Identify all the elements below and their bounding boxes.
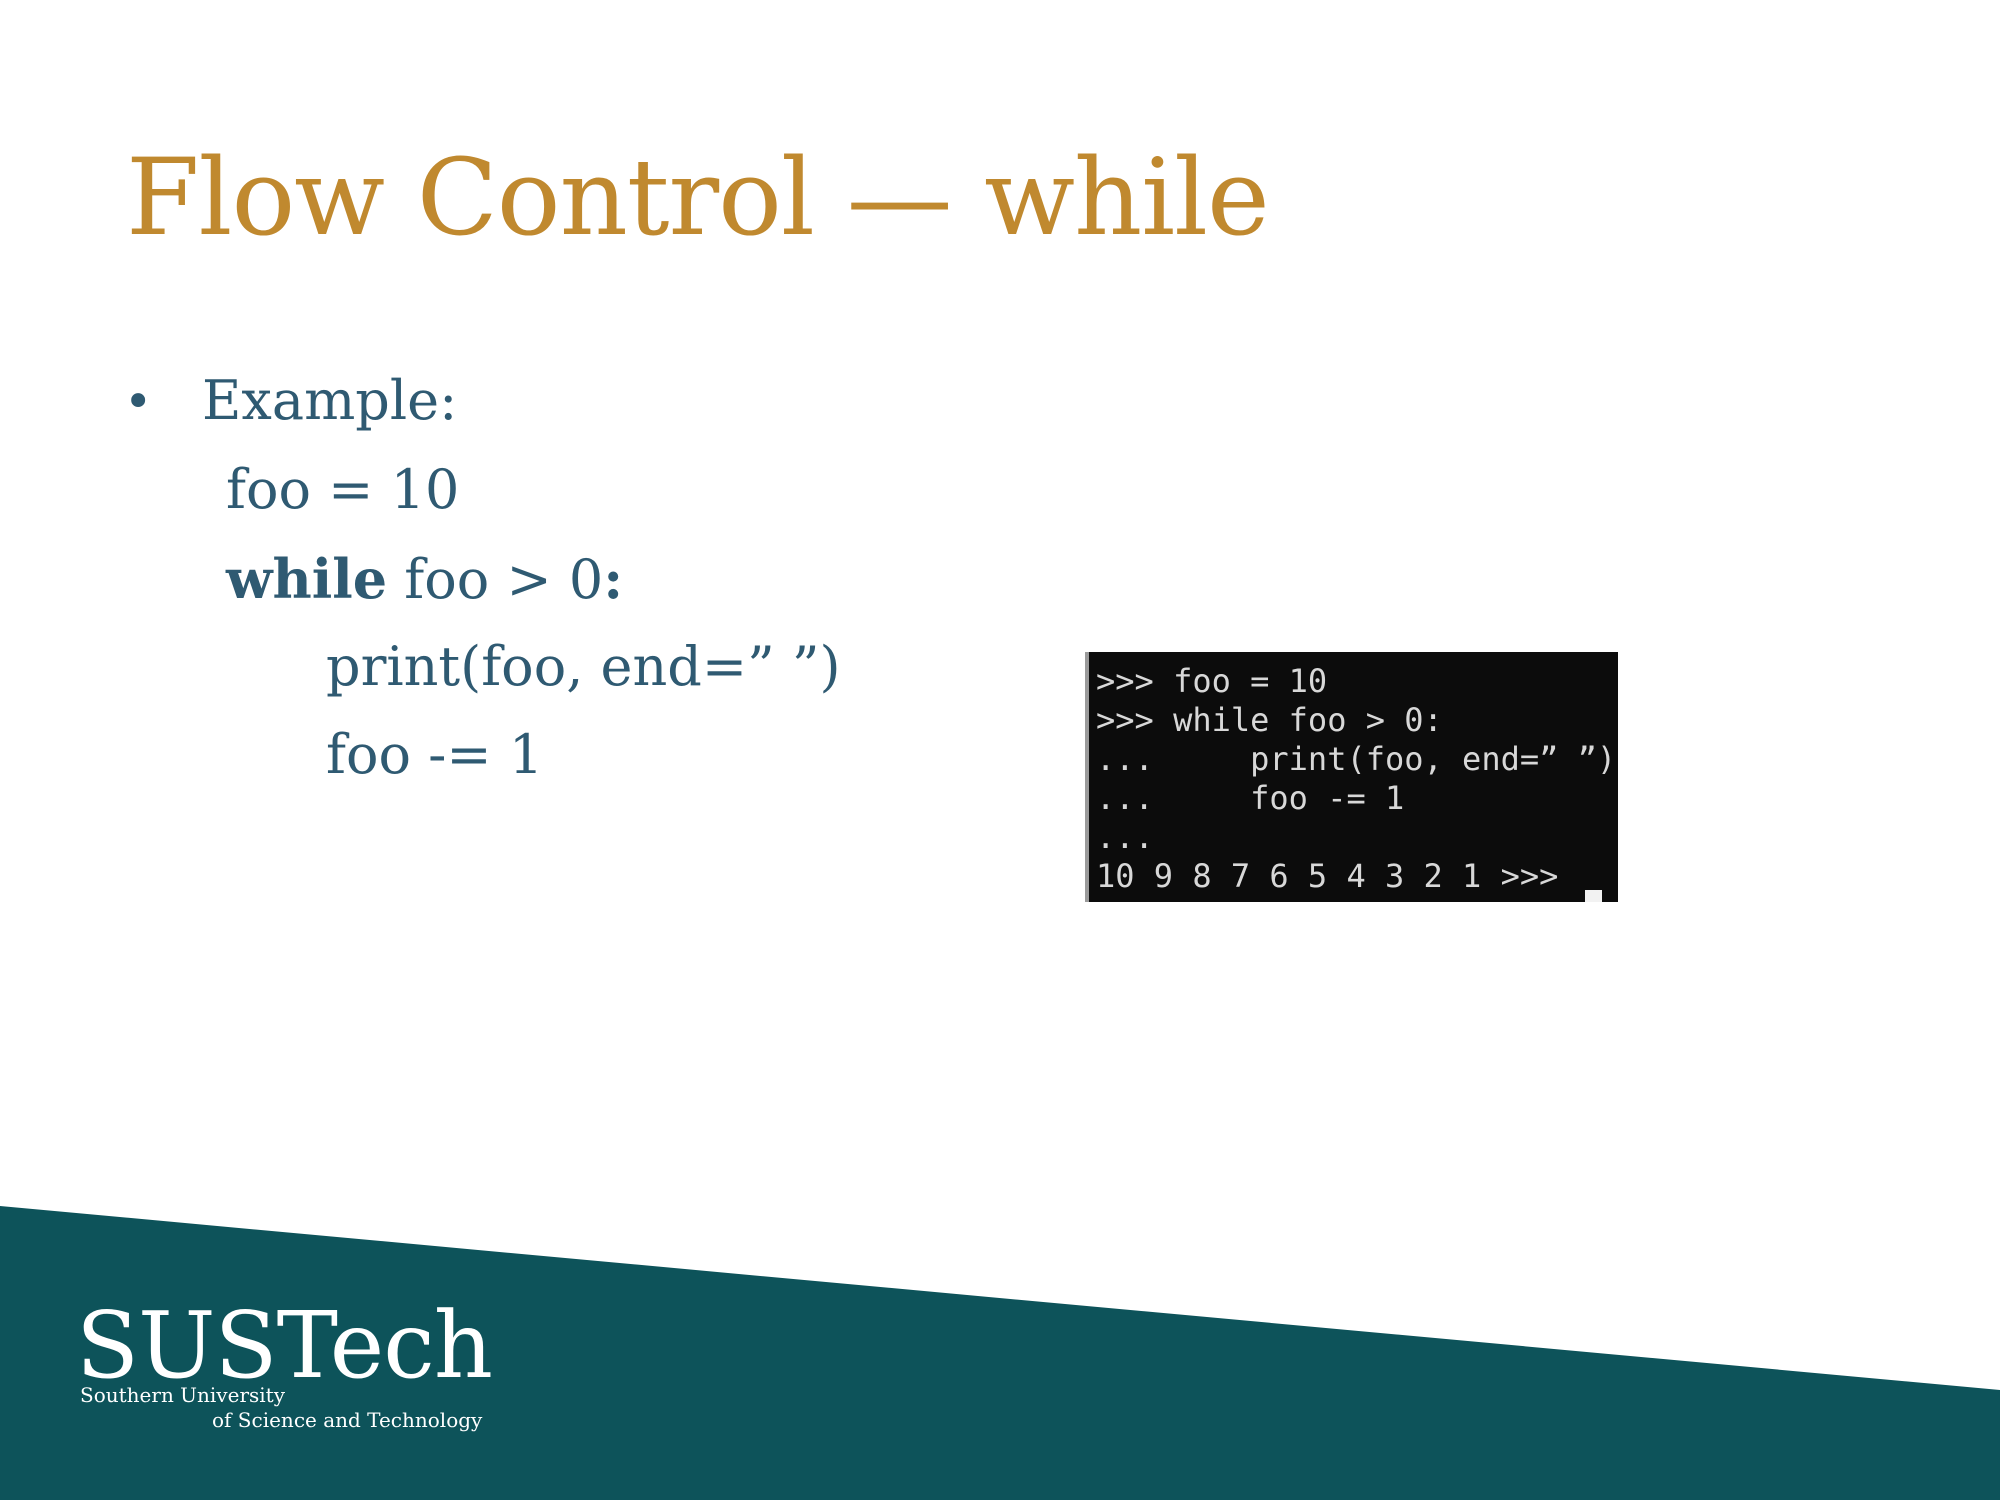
- logo-subtitle-line-2: of Science and Technology: [212, 1408, 483, 1432]
- logo-subtitle-line-1: Southern University: [80, 1383, 285, 1407]
- sustech-logo: SUSTech: [76, 1292, 493, 1399]
- slide: Flow Control — while • Example: foo = 10…: [0, 0, 2000, 1500]
- footer-band: [0, 1206, 2000, 1500]
